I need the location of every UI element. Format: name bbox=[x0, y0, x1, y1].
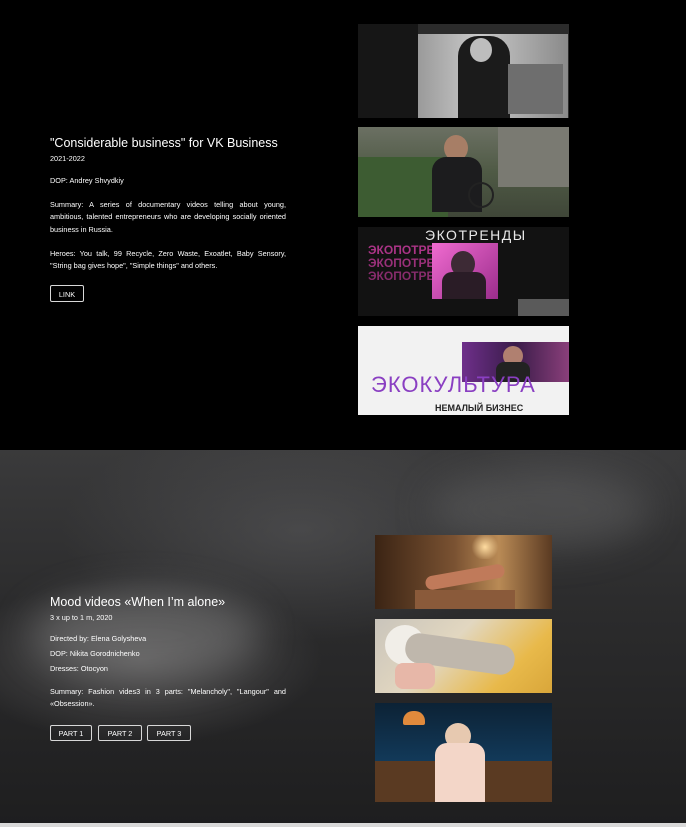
project-director: Directed by: Elena Golysheva bbox=[50, 634, 147, 643]
video-thumbnail-3[interactable]: ЭКОТРЕНДЫ ЭКОПОТРЕБЛЕНИЕ ЭКОПОТРЕБЛЕНИЕ … bbox=[358, 227, 569, 316]
footer-divider bbox=[0, 823, 686, 827]
project-title-mood: Mood videos «When I’m alone» bbox=[50, 595, 226, 609]
project-heroes: Heroes: You talk, 99 Recycle, Zero Waste… bbox=[50, 249, 286, 271]
project-dop-mood: DOP: Nikita Gorodnichenko bbox=[50, 649, 140, 658]
mood-thumbnail-3[interactable] bbox=[375, 703, 552, 802]
video-thumbnail-4[interactable]: ЭКОКУЛЬТУРА НЕМАЛЫЙ БИЗНЕС bbox=[358, 326, 569, 415]
project-dop: DOP: Andrey Shvydkiy bbox=[50, 176, 124, 185]
video-thumbnail-2[interactable] bbox=[358, 127, 569, 217]
project-meta: 3 x up to 1 m, 2020 bbox=[50, 613, 113, 622]
thumb-title-eco: ЭКОКУЛЬТУРА bbox=[371, 372, 536, 397]
link-button[interactable]: LINK bbox=[50, 285, 84, 302]
project-summary-mood: Summary: Fashion vides3 in 3 parts: "Mel… bbox=[50, 687, 286, 709]
part-2-button[interactable]: PART 2 bbox=[98, 725, 142, 741]
thumb-title: ЭКОТРЕНДЫ bbox=[425, 227, 527, 243]
project-summary: Summary: A series of documentary videos … bbox=[50, 200, 286, 234]
mood-thumbnail-1[interactable] bbox=[375, 535, 552, 609]
video-thumbnail-1[interactable] bbox=[358, 24, 569, 118]
project-section-vk-business: "Considerable business" for VK Business … bbox=[0, 0, 686, 450]
project-years: 2021-2022 bbox=[50, 154, 85, 163]
mood-thumbnail-2[interactable] bbox=[375, 619, 552, 693]
part-3-button[interactable]: PART 3 bbox=[147, 725, 191, 741]
project-dresses: Dresses: Otocyon bbox=[50, 664, 108, 673]
project-title: "Considerable business" for VK Business bbox=[50, 136, 278, 150]
part-1-button[interactable]: PART 1 bbox=[50, 725, 92, 741]
thumb-subtitle: НЕМАЛЫЙ БИЗНЕС bbox=[435, 403, 524, 413]
